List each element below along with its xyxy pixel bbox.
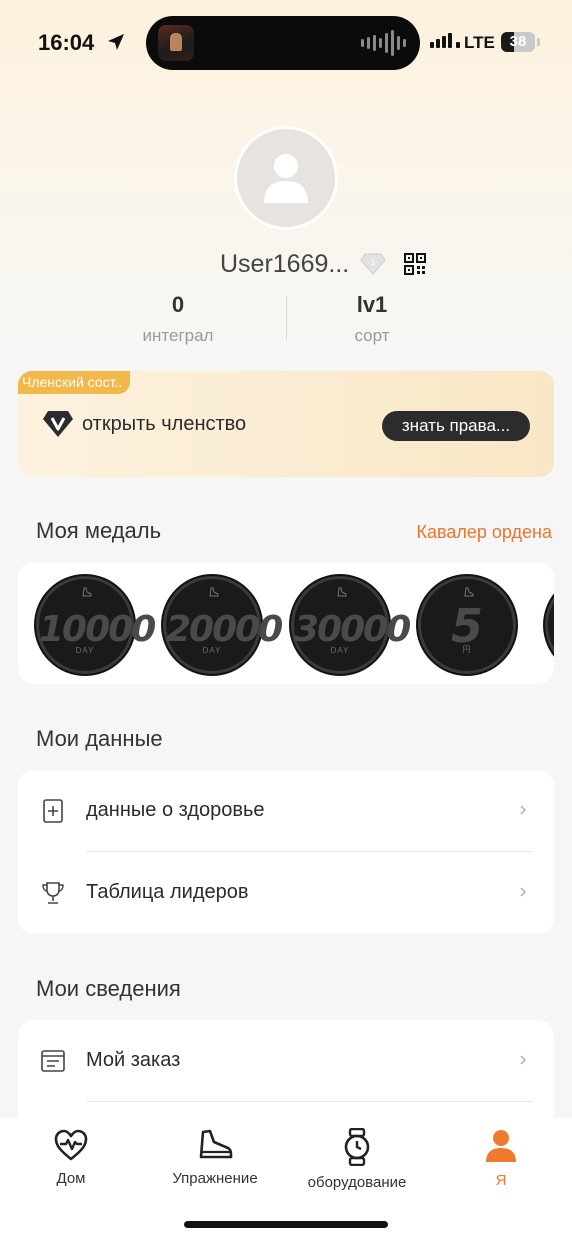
tab-label: оборудование [307, 1174, 407, 1191]
medal-value: 30000 [294, 609, 411, 650]
home-indicator[interactable] [184, 1221, 388, 1228]
qr-code-icon[interactable] [404, 253, 426, 275]
diamond-badge-icon[interactable]: 1 [360, 252, 386, 276]
stat-label: сорт [354, 326, 390, 345]
medal-item-partial[interactable] [545, 576, 554, 674]
stat-value: lv1 [356, 292, 388, 317]
list-item-label: Мой заказ [86, 1049, 181, 1071]
data-list-card: данные о здоровье Таблица лидеров [18, 770, 554, 934]
stat-level[interactable]: lv1 сорт [292, 292, 452, 346]
divider [86, 1101, 532, 1102]
chevron-right-icon [520, 805, 526, 815]
membership-tag: Членский сост.. [18, 371, 131, 394]
svg-text:1: 1 [371, 258, 376, 267]
dynamic-island[interactable] [146, 16, 420, 70]
list-item-leaderboard[interactable]: Таблица лидеров [18, 852, 554, 934]
shoe-icon [464, 587, 474, 597]
tab-me[interactable]: Я [436, 1128, 566, 1189]
medal-item[interactable]: 30000 DAY [291, 576, 411, 674]
status-time: 16:04 [38, 30, 95, 55]
shoe-icon [199, 1129, 233, 1159]
health-data-icon [43, 799, 63, 823]
order-list-icon [41, 1050, 65, 1072]
medal-value: 20000 [166, 609, 283, 650]
list-item-label: Таблица лидеров [86, 881, 249, 903]
tab-exercise[interactable]: Упражнение [150, 1128, 280, 1187]
audio-waveform-icon [361, 30, 406, 56]
tab-label: Дом [56, 1170, 86, 1187]
stat-label: интеграл [142, 326, 214, 345]
medal-unit: DAY [330, 646, 350, 655]
info-section-title: Мои сведения [36, 976, 181, 1001]
battery-icon: 38 [501, 32, 535, 52]
medal-value: 10000 [39, 609, 156, 650]
medals-section-title: Моя медаль [36, 518, 162, 543]
username[interactable]: User1669... [220, 250, 349, 279]
vip-diamond-icon [43, 411, 73, 437]
data-section-title: Мои данные [36, 726, 163, 751]
chevron-right-icon [520, 887, 526, 897]
stat-points[interactable]: 0 интеграл [98, 292, 258, 346]
medal-item[interactable]: 5 円 [418, 576, 516, 674]
medal-unit: DAY [202, 646, 222, 655]
network-type: LTE [464, 33, 495, 52]
trophy-icon [42, 882, 64, 904]
cellular-signal-icon [430, 33, 460, 48]
battery-cap [537, 38, 540, 46]
tab-home[interactable]: Дом [6, 1128, 136, 1187]
avatar[interactable] [234, 126, 338, 230]
now-playing-artwork [158, 25, 194, 61]
heart-pulse-icon [54, 1129, 88, 1161]
medal-carousel[interactable]: 10000 DAY 20000 DAY 30000 DAY 5 円 [18, 562, 554, 684]
battery-percent: 38 [509, 33, 527, 50]
tab-label: Упражнение [172, 1170, 258, 1187]
medal-unit: DAY [75, 646, 95, 655]
list-item-my-order[interactable]: Мой заказ [18, 1020, 554, 1102]
list-item-health-data[interactable]: данные о здоровье [18, 770, 554, 852]
status-bar: 16:04 LTE 38 [0, 0, 572, 86]
location-arrow-icon [108, 34, 124, 50]
know-rights-button[interactable]: знать права... [382, 411, 530, 441]
watch-icon [344, 1128, 370, 1166]
list-item-label: данные о здоровье [86, 799, 265, 821]
medal-unit: 円 [462, 645, 472, 654]
tab-label: Я [495, 1172, 507, 1189]
open-membership-label: открыть членство [82, 413, 247, 435]
chevron-right-icon [520, 1055, 526, 1065]
stat-value: 0 [171, 292, 185, 317]
shoe-icon [82, 587, 92, 597]
person-icon [486, 1130, 516, 1162]
membership-card[interactable]: Членский сост.. открыть членство знать п… [18, 371, 554, 477]
shoe-icon [209, 587, 219, 597]
medals-more-link[interactable]: Кавалер ордена [417, 522, 552, 543]
person-placeholder-icon [264, 154, 308, 203]
stat-divider [286, 296, 287, 340]
tab-equipment[interactable]: оборудование [292, 1128, 422, 1191]
medal-item[interactable]: 20000 DAY [163, 576, 283, 674]
medal-item[interactable]: 10000 DAY [36, 576, 156, 674]
shoe-icon [337, 587, 347, 597]
